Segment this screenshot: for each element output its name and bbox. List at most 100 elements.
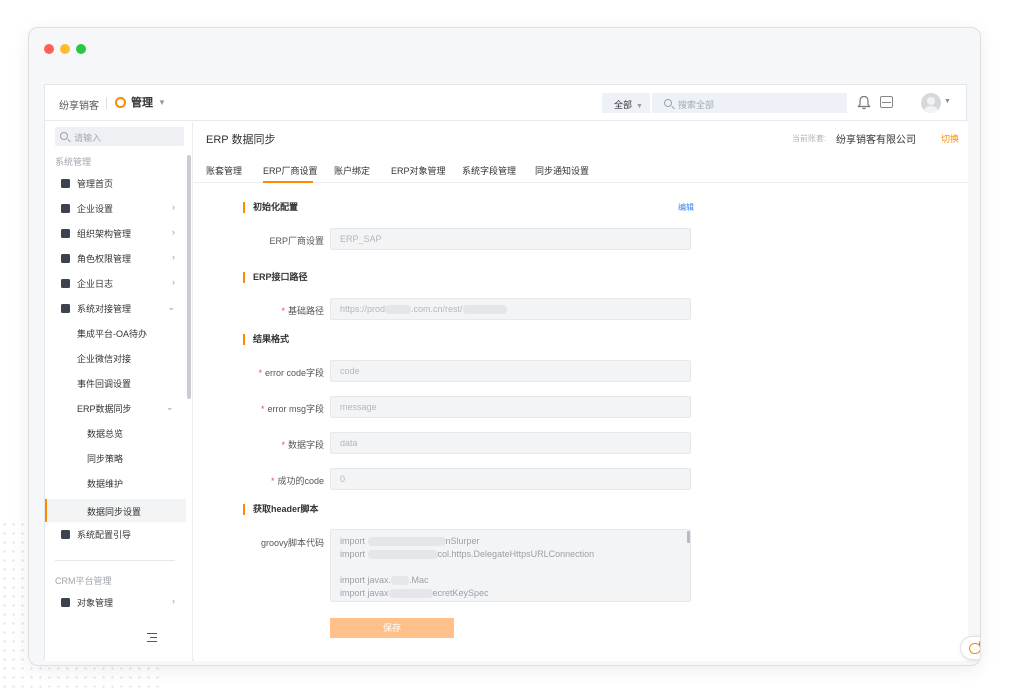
- chevron-down-icon[interactable]: ▼: [944, 98, 951, 105]
- section-init-config: 初始化配置: [243, 202, 298, 213]
- building-icon: [61, 203, 70, 213]
- sidebar-item-role-permissions[interactable]: 角色权限管理 ›: [61, 248, 185, 268]
- sidebar-subitem-event-callback[interactable]: 事件回调设置: [77, 377, 131, 390]
- redacted-text: [385, 305, 412, 315]
- current-account-name: 纷享销客有限公司: [836, 135, 916, 146]
- edit-link[interactable]: 编辑: [678, 202, 694, 213]
- sidebar-item-label: 组织架构管理: [77, 228, 132, 239]
- field-label-error-code: * error code字段: [258, 368, 324, 378]
- sidebar-item-home[interactable]: 管理首页: [61, 173, 185, 193]
- org-chart-icon: [61, 228, 70, 238]
- module-switcher[interactable]: 管理 ▼: [115, 94, 166, 110]
- sidebar-erp-maintenance[interactable]: 数据维护: [87, 477, 123, 490]
- sidebar-item-label: 角色权限管理: [77, 253, 132, 264]
- section-api-path: ERP接口路径: [243, 272, 308, 283]
- chevron-right-icon: ›: [172, 277, 175, 287]
- sidebar-erp-overview[interactable]: 数据总览: [87, 427, 123, 440]
- top-bar: 纷享销客 管理 ▼ 全部 ▼ 搜索全部 ▼: [45, 85, 966, 121]
- sidebar: 请输入 系统管理 管理首页 企业设置 › 组织架构管理 › 角色权限管理 › 企…: [45, 122, 193, 661]
- chevron-down-icon: ▼: [636, 103, 643, 110]
- chevron-down-icon: ▼: [158, 97, 166, 107]
- bell-icon[interactable]: [857, 95, 871, 110]
- sidebar-item-label: 管理首页: [77, 178, 114, 189]
- module-label: 管理: [131, 97, 153, 109]
- field-label-groovy: groovy脚本代码: [260, 538, 324, 548]
- maximize-dot[interactable]: [76, 44, 86, 54]
- data-field[interactable]: data: [330, 432, 691, 454]
- link-icon: [61, 303, 70, 313]
- sidebar-search-input[interactable]: 请输入: [55, 127, 184, 146]
- sidebar-subitem-oa-todo[interactable]: 集成平台-OA待办: [77, 327, 147, 340]
- save-button[interactable]: 保存: [330, 618, 454, 638]
- vendor-field[interactable]: ERP_SAP: [330, 228, 691, 250]
- avatar[interactable]: [921, 93, 941, 113]
- tab-system-fields[interactable]: 系统字段管理: [462, 164, 516, 177]
- tab-bar: 账套管理 ERP厂商设置 账户绑定 ERP对象管理 系统字段管理 同步通知设置: [194, 155, 968, 183]
- error-code-field[interactable]: code: [330, 360, 691, 382]
- global-search-placeholder: 搜索全部: [678, 100, 715, 110]
- sidebar-scrollbar[interactable]: [187, 155, 191, 399]
- minimize-dot[interactable]: [60, 44, 70, 54]
- chevron-right-icon: ›: [172, 252, 175, 262]
- inbox-icon[interactable]: [880, 96, 893, 108]
- sidebar-divider: [55, 560, 175, 561]
- sidebar-erp-sync-settings[interactable]: 数据同步设置: [87, 505, 141, 518]
- groovy-script-editor[interactable]: import nSlurper import col.https.Delegat…: [330, 529, 691, 602]
- sidebar-group-system: 系统管理: [55, 157, 92, 167]
- home-icon: [61, 178, 70, 188]
- switch-account-link[interactable]: 切换: [941, 132, 959, 145]
- chevron-right-icon: ›: [172, 596, 175, 606]
- sidebar-erp-strategy[interactable]: 同步策略: [87, 452, 123, 465]
- sidebar-subitem-wecom[interactable]: 企业微信对接: [77, 352, 131, 365]
- field-label-data: * 数据字段: [281, 440, 324, 450]
- success-code-field[interactable]: 0: [330, 468, 691, 490]
- sidebar-item-enterprise-settings[interactable]: 企业设置 ›: [61, 198, 185, 218]
- sliders-icon: [61, 529, 70, 539]
- base-path-prefix: https://prod: [340, 304, 386, 314]
- redacted-text: [462, 305, 507, 315]
- search-scope-value: 全部: [614, 100, 633, 110]
- tab-account-binding[interactable]: 账户绑定: [334, 164, 370, 177]
- chevron-right-icon: ›: [172, 202, 175, 212]
- browser-window: 纷享销客 管理 ▼ 全部 ▼ 搜索全部 ▼ 请输入 系统管理 管理首页 企业设置…: [28, 27, 981, 666]
- sidebar-subitem-label: ERP数据同步: [77, 404, 132, 414]
- tab-erp-objects[interactable]: ERP对象管理: [391, 164, 446, 177]
- sidebar-item-object-management[interactable]: 对象管理 ›: [61, 592, 185, 612]
- sidebar-subitem-erp-sync[interactable]: ERP数据同步 ⌄: [77, 402, 174, 415]
- search-scope-select[interactable]: 全部 ▼: [602, 93, 650, 113]
- traffic-lights: [44, 44, 86, 54]
- editor-scrollbar[interactable]: [687, 531, 690, 543]
- sidebar-group-crm: CRM平台管理: [55, 576, 112, 586]
- sidebar-item-config-guide[interactable]: 系统配置引导: [61, 524, 185, 544]
- current-account-label: 当前账套:: [792, 134, 827, 143]
- sidebar-item-label: 对象管理: [77, 597, 114, 608]
- tab-sync-notifications[interactable]: 同步通知设置: [535, 164, 589, 177]
- search-icon: [60, 132, 68, 140]
- sidebar-item-enterprise-log[interactable]: 企业日志 ›: [61, 273, 185, 293]
- sidebar-item-label: 企业日志: [77, 278, 114, 289]
- brand-name[interactable]: 纷享销客: [59, 97, 99, 112]
- search-icon: [664, 99, 672, 107]
- close-dot[interactable]: [44, 44, 54, 54]
- base-path-field[interactable]: https://prod .com.cn/rest/: [330, 298, 691, 320]
- main-content: ERP 数据同步 当前账套: 纷享销客有限公司 切换 账套管理 ERP厂商设置 …: [194, 122, 980, 661]
- tab-erp-vendor[interactable]: ERP厂商设置: [263, 164, 318, 177]
- collapse-sidebar-icon[interactable]: [147, 633, 157, 642]
- app-frame: 纷享销客 管理 ▼ 全部 ▼ 搜索全部 ▼ 请输入 系统管理 管理首页 企业设置…: [44, 84, 980, 661]
- chat-launcher[interactable]: 1 企信: [960, 636, 980, 660]
- sidebar-search-placeholder: 请输入: [74, 133, 102, 143]
- log-icon: [61, 278, 70, 288]
- unread-badge: 1: [979, 639, 980, 648]
- active-tab-underline: [263, 181, 313, 183]
- chevron-right-icon: ›: [172, 227, 175, 237]
- tab-account-sets[interactable]: 账套管理: [206, 164, 242, 177]
- field-label-error-msg: * error msg字段: [260, 404, 324, 414]
- sidebar-item-org-structure[interactable]: 组织架构管理 ›: [61, 223, 185, 243]
- global-search-input[interactable]: 搜索全部: [652, 93, 847, 113]
- role-icon: [61, 253, 70, 263]
- field-label-base-path: * 基础路径: [281, 306, 324, 316]
- brand-separator: [106, 97, 107, 109]
- error-msg-field[interactable]: message: [330, 396, 691, 418]
- sidebar-item-system-integration[interactable]: 系统对接管理 ⌄: [61, 298, 185, 318]
- section-result-format: 结果格式: [243, 334, 289, 345]
